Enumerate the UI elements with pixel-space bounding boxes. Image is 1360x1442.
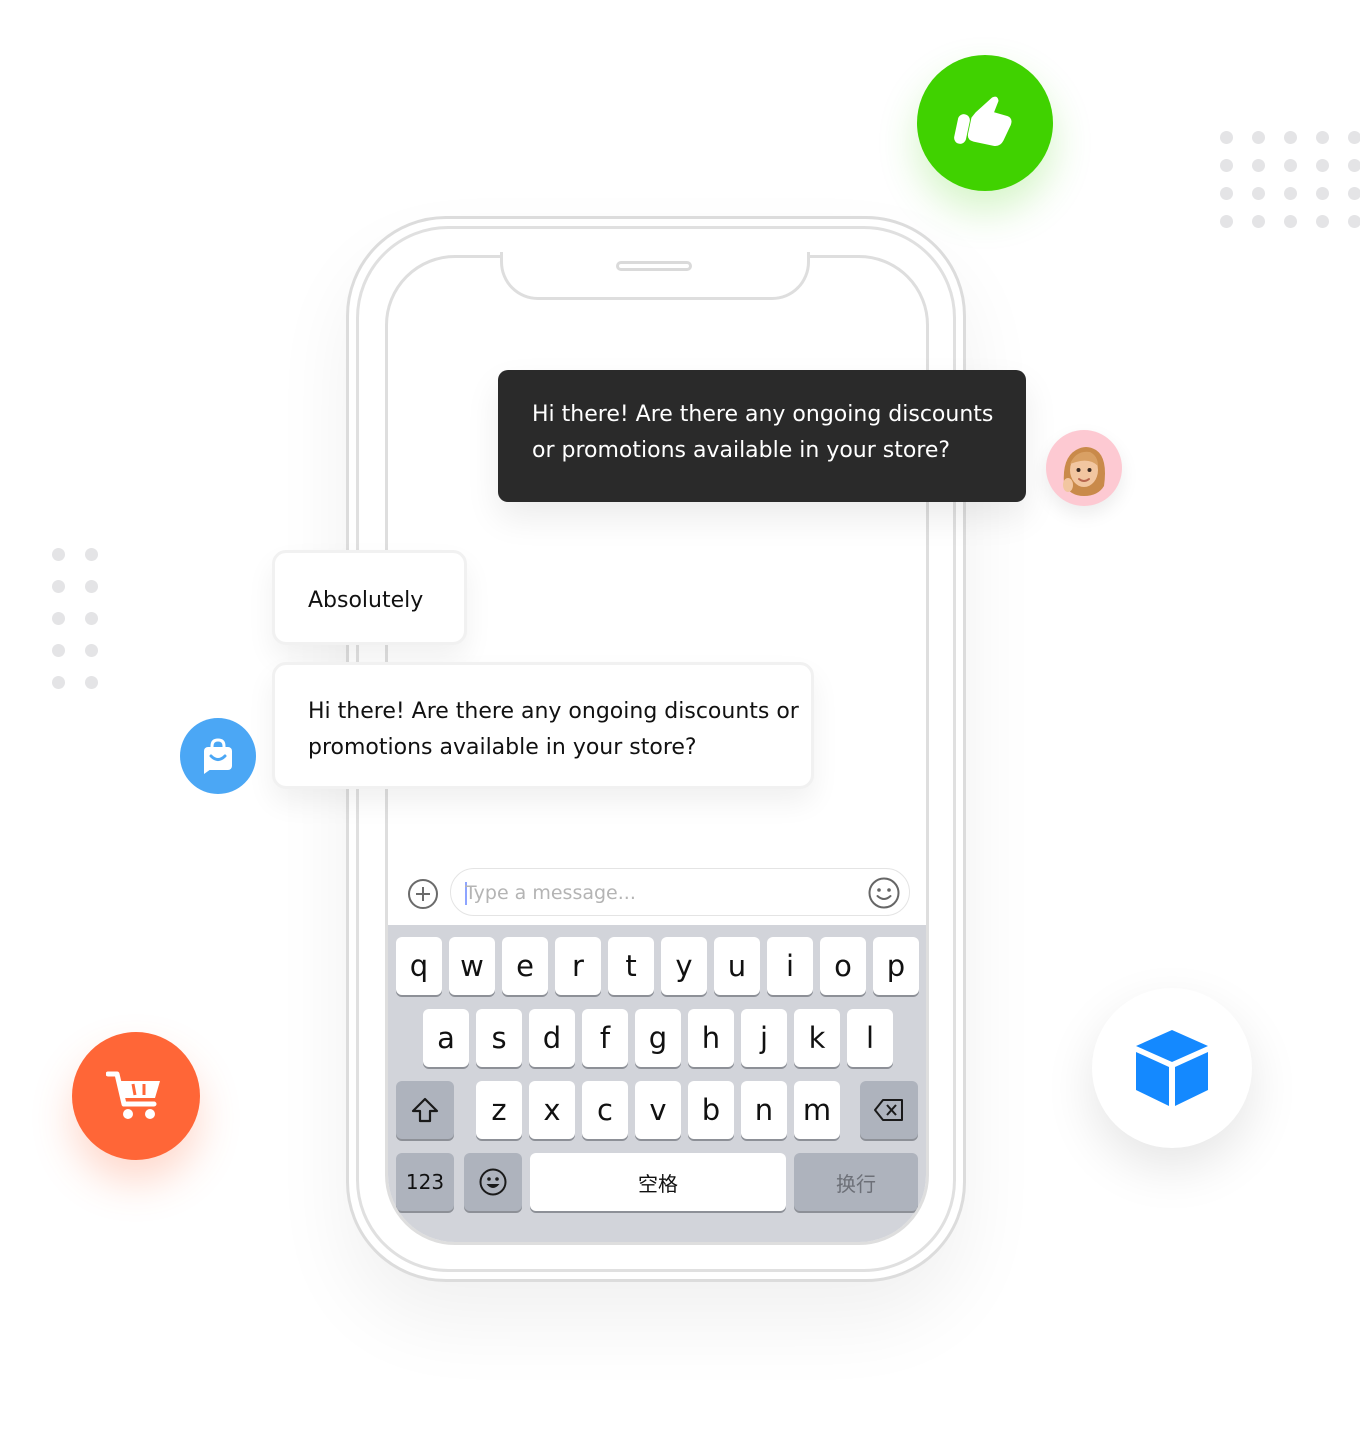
key-k[interactable]: k: [794, 1009, 840, 1067]
numbers-key[interactable]: 123: [396, 1153, 454, 1211]
key-u[interactable]: u: [714, 937, 760, 995]
key-y[interactable]: y: [661, 937, 707, 995]
emoji-key[interactable]: [464, 1153, 522, 1211]
reply-short-text: Absolutely: [308, 588, 424, 613]
message-input[interactable]: [465, 879, 845, 907]
thumbs-up-badge: [917, 55, 1053, 191]
dot-grid-decoration-right: [1220, 131, 1360, 228]
key-h[interactable]: h: [688, 1009, 734, 1067]
shopping-bag-icon: [204, 738, 232, 774]
key-s[interactable]: s: [476, 1009, 522, 1067]
memoji-avatar-icon: [1063, 447, 1105, 496]
virtual-keyboard: q w e r t y u i o p a s d f g h j k l z …: [388, 925, 926, 1242]
shopping-cart-badge: [72, 1032, 200, 1160]
user-avatar: [1046, 430, 1122, 506]
message-composer: [388, 863, 926, 925]
shift-arrow-icon: [411, 1097, 439, 1123]
space-key[interactable]: 空格: [530, 1153, 786, 1211]
package-badge: [1092, 988, 1252, 1148]
emoji-face-icon: [479, 1168, 507, 1196]
message-input-wrapper: [450, 868, 910, 916]
dot-grid-decoration-left: [52, 548, 98, 689]
phone-notch: [500, 252, 810, 300]
thumbs-up-icon: [954, 96, 1012, 146]
key-i[interactable]: i: [767, 937, 813, 995]
key-e[interactable]: e: [502, 937, 548, 995]
speaker-grille: [616, 261, 692, 271]
reply-bubble-long: Hi there! Are there any ongoing discount…: [272, 662, 814, 789]
key-b[interactable]: b: [688, 1081, 734, 1139]
key-c[interactable]: c: [582, 1081, 628, 1139]
plus-circle-icon[interactable]: [407, 878, 439, 910]
key-p[interactable]: p: [873, 937, 919, 995]
key-z[interactable]: z: [476, 1081, 522, 1139]
key-d[interactable]: d: [529, 1009, 575, 1067]
key-j[interactable]: j: [741, 1009, 787, 1067]
key-m[interactable]: m: [794, 1081, 840, 1139]
key-w[interactable]: w: [449, 937, 495, 995]
key-f[interactable]: f: [582, 1009, 628, 1067]
reply-bubble-short: Absolutely: [272, 550, 467, 645]
return-key[interactable]: 换行: [794, 1153, 918, 1211]
delete-key[interactable]: [860, 1081, 918, 1139]
smiley-icon[interactable]: [867, 876, 901, 910]
package-box-icon: [1136, 1030, 1208, 1106]
key-r[interactable]: r: [555, 937, 601, 995]
shopping-cart-icon: [106, 1071, 160, 1119]
store-badge: [180, 718, 256, 794]
incoming-message-text: Hi there! Are there any ongoing discount…: [532, 402, 994, 463]
key-a[interactable]: a: [423, 1009, 469, 1067]
key-q[interactable]: q: [396, 937, 442, 995]
incoming-message-bubble: Hi there! Are there any ongoing discount…: [498, 370, 1026, 502]
key-g[interactable]: g: [635, 1009, 681, 1067]
shift-key[interactable]: [396, 1081, 454, 1139]
key-x[interactable]: x: [529, 1081, 575, 1139]
key-v[interactable]: v: [635, 1081, 681, 1139]
key-o[interactable]: o: [820, 937, 866, 995]
reply-long-text: Hi there! Are there any ongoing discount…: [308, 699, 799, 760]
key-n[interactable]: n: [741, 1081, 787, 1139]
backspace-icon: [874, 1099, 903, 1121]
key-l[interactable]: l: [847, 1009, 893, 1067]
key-t[interactable]: t: [608, 937, 654, 995]
